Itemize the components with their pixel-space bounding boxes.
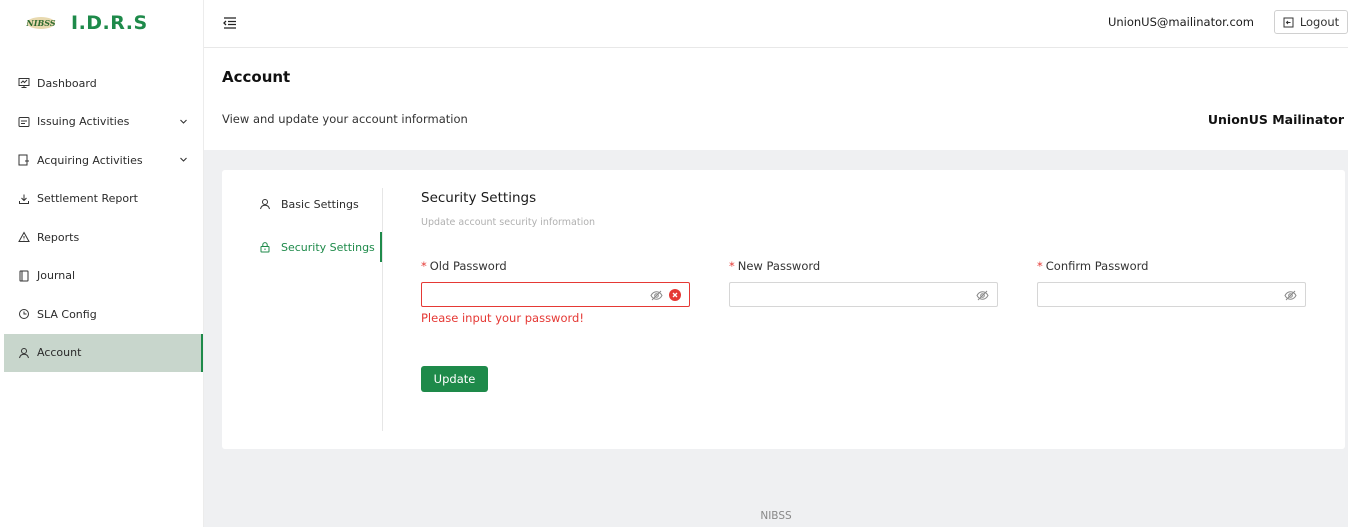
sidebar-item-label: Acquiring Activities bbox=[37, 153, 143, 167]
sidebar-item-account[interactable]: Account bbox=[4, 333, 203, 372]
error-clear-icon[interactable] bbox=[669, 289, 681, 301]
download-icon bbox=[17, 192, 30, 205]
sidebar-nav: Dashboard Issuing Activities Acquiring A… bbox=[0, 64, 203, 372]
new-password-input[interactable] bbox=[729, 282, 998, 307]
org-name: UnionUS Mailinator bbox=[1207, 112, 1344, 127]
logout-label: Logout bbox=[1299, 15, 1340, 29]
new-password-field: * New Password bbox=[729, 259, 999, 307]
old-password-label: Old Password bbox=[429, 259, 507, 273]
logout-button[interactable]: Logout bbox=[1274, 10, 1348, 34]
sidebar-item-label: Dashboard bbox=[37, 76, 97, 90]
footer-text: NIBSS bbox=[760, 510, 792, 522]
sidebar-item-label: Issuing Activities bbox=[37, 115, 130, 128]
logo[interactable]: NIBSS I.D.R.S bbox=[25, 10, 148, 36]
user-icon bbox=[17, 346, 30, 359]
update-button[interactable]: Update bbox=[421, 366, 488, 392]
eye-invisible-icon[interactable] bbox=[650, 289, 663, 302]
confirm-password-label-row: * Confirm Password bbox=[1037, 259, 1307, 275]
page-title: Account bbox=[222, 68, 291, 86]
sidebar-item-dashboard[interactable]: Dashboard bbox=[0, 64, 203, 102]
sidebar-item-label: SLA Config bbox=[37, 307, 97, 321]
page-subtitle: View and update your account information bbox=[222, 112, 468, 126]
confirm-password-label: Confirm Password bbox=[1045, 259, 1149, 273]
user-email: UnionUS@mailinator.com bbox=[1107, 15, 1254, 29]
required-mark: * bbox=[421, 259, 427, 273]
eye-invisible-icon[interactable] bbox=[1284, 289, 1297, 302]
menu-fold-icon[interactable] bbox=[222, 15, 238, 31]
tab-label: Basic Settings bbox=[281, 197, 359, 211]
logo-mark-icon: NIBSS bbox=[25, 13, 57, 33]
settings-card: Basic Settings Security Settings Securit… bbox=[222, 170, 1345, 449]
page-header: Account View and update your account inf… bbox=[204, 48, 1348, 150]
confirm-password-input[interactable] bbox=[1037, 282, 1306, 307]
sidebar-item-sla-config[interactable]: SLA Config bbox=[0, 295, 203, 333]
old-password-field: * Old Password Please input your password… bbox=[421, 259, 691, 325]
new-password-label-row: * New Password bbox=[729, 259, 999, 275]
logout-icon bbox=[1283, 17, 1294, 27]
tab-security-settings[interactable]: Security Settings bbox=[222, 232, 382, 262]
dashboard-icon bbox=[17, 77, 30, 90]
tab-basic-settings[interactable]: Basic Settings bbox=[222, 189, 382, 219]
chevron-down-icon[interactable] bbox=[179, 155, 188, 164]
required-mark: * bbox=[729, 259, 735, 273]
new-password-label: New Password bbox=[737, 259, 821, 273]
section-subtitle: Update account security information bbox=[421, 217, 596, 228]
sidebar-item-issuing-activities[interactable]: Issuing Activities bbox=[0, 103, 203, 141]
svg-text:NIBSS: NIBSS bbox=[25, 18, 55, 28]
sidebar-item-reports[interactable]: Reports bbox=[0, 218, 203, 256]
app-title: I.D.R.S bbox=[71, 12, 148, 34]
acquiring-icon bbox=[17, 154, 30, 167]
lock-icon bbox=[259, 241, 271, 253]
sidebar-item-label: Account bbox=[37, 346, 82, 359]
sidebar-item-label: Journal bbox=[37, 269, 76, 282]
confirm-password-field: * Confirm Password bbox=[1037, 259, 1307, 307]
tab-label: Security Settings bbox=[281, 240, 375, 254]
sidebar-item-settlement-report[interactable]: Settlement Report bbox=[0, 180, 203, 218]
required-mark: * bbox=[1037, 259, 1043, 273]
eye-invisible-icon[interactable] bbox=[976, 289, 989, 302]
warning-icon bbox=[17, 231, 30, 244]
old-password-input[interactable] bbox=[421, 282, 690, 307]
settings-tabs: Basic Settings Security Settings bbox=[222, 188, 383, 431]
chevron-down-icon[interactable] bbox=[179, 117, 188, 126]
user-icon bbox=[259, 198, 271, 210]
clock-icon bbox=[17, 308, 30, 321]
sidebar-item-label: Settlement Report bbox=[37, 192, 138, 205]
sidebar-item-journal[interactable]: Journal bbox=[0, 257, 203, 295]
top-header: UnionUS@mailinator.com Logout bbox=[204, 0, 1348, 48]
sidebar-item-label: Reports bbox=[37, 230, 80, 244]
old-password-label-row: * Old Password bbox=[421, 259, 691, 275]
sidebar-item-acquiring-activities[interactable]: Acquiring Activities bbox=[0, 141, 203, 179]
sidebar: NIBSS I.D.R.S Dashboard Issuing Activiti… bbox=[0, 0, 204, 527]
book-icon bbox=[17, 269, 30, 282]
old-password-error: Please input your password! bbox=[421, 311, 584, 325]
section-title: Security Settings bbox=[421, 190, 537, 206]
issuing-icon bbox=[17, 115, 30, 128]
